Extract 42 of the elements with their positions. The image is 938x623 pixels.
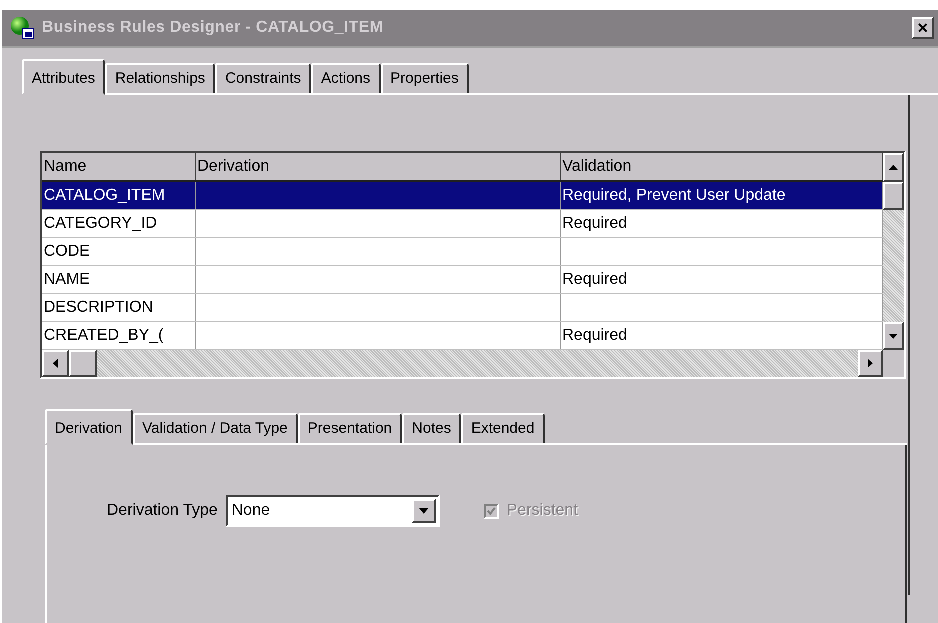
column-header[interactable]: Derivation: [195, 153, 560, 181]
caret-icon: [418, 508, 429, 514]
cell-text: Required: [562, 326, 628, 344]
cell-text: NAME: [44, 270, 90, 288]
right-arrow-icon: [868, 359, 873, 368]
column-header[interactable]: Validation: [560, 153, 882, 181]
up-arrow-icon: [889, 165, 898, 170]
tab[interactable]: Actions: [311, 63, 381, 93]
check-icon: [486, 506, 496, 516]
close-button[interactable]: ×: [912, 17, 934, 39]
tab[interactable]: Validation / Data Type: [132, 413, 298, 443]
down-arrow-icon: [889, 334, 898, 338]
left-arrow-icon: [53, 359, 58, 368]
tab[interactable]: Presentation: [298, 413, 402, 443]
tab[interactable]: Properties: [380, 63, 469, 93]
tab[interactable]: Attributes: [22, 59, 106, 95]
tab[interactable]: Constraints: [215, 63, 312, 93]
cell-text: CODE: [44, 242, 90, 260]
app-icon: [10, 15, 36, 41]
cell-text: DESCRIPTION: [44, 298, 154, 316]
tab[interactable]: Notes: [402, 413, 462, 443]
window-title: Business Rules Designer - CATALOG_ITEM: [42, 19, 385, 37]
tab[interactable]: Relationships: [105, 63, 216, 93]
scroll-down-button[interactable]: [883, 322, 904, 350]
cell-text: CREATED_BY_(: [44, 326, 164, 344]
column-header[interactable]: Name: [42, 153, 195, 181]
cell-text: Required: [562, 270, 628, 288]
scrollbar-thumb[interactable]: [883, 182, 904, 210]
scroll-right-button[interactable]: [858, 350, 883, 377]
cell-text: Required, Prevent User Update: [562, 186, 786, 204]
cell-text: CATEGORY_ID: [44, 214, 158, 232]
cell-text: Required: [562, 214, 628, 232]
cell-text: CATALOG_ITEM: [44, 186, 166, 204]
derivation-type-dropdown[interactable]: None: [226, 495, 440, 527]
field-label: Derivation Type: [107, 502, 218, 520]
scroll-left-button[interactable]: [42, 350, 69, 377]
scrollbar-thumb[interactable]: [69, 350, 97, 377]
dropdown-button[interactable]: [412, 499, 436, 523]
tab[interactable]: Derivation: [45, 409, 133, 445]
checkbox-label: Persistent: [506, 502, 578, 520]
scroll-up-button[interactable]: [883, 153, 904, 182]
tab[interactable]: Extended: [461, 413, 545, 443]
